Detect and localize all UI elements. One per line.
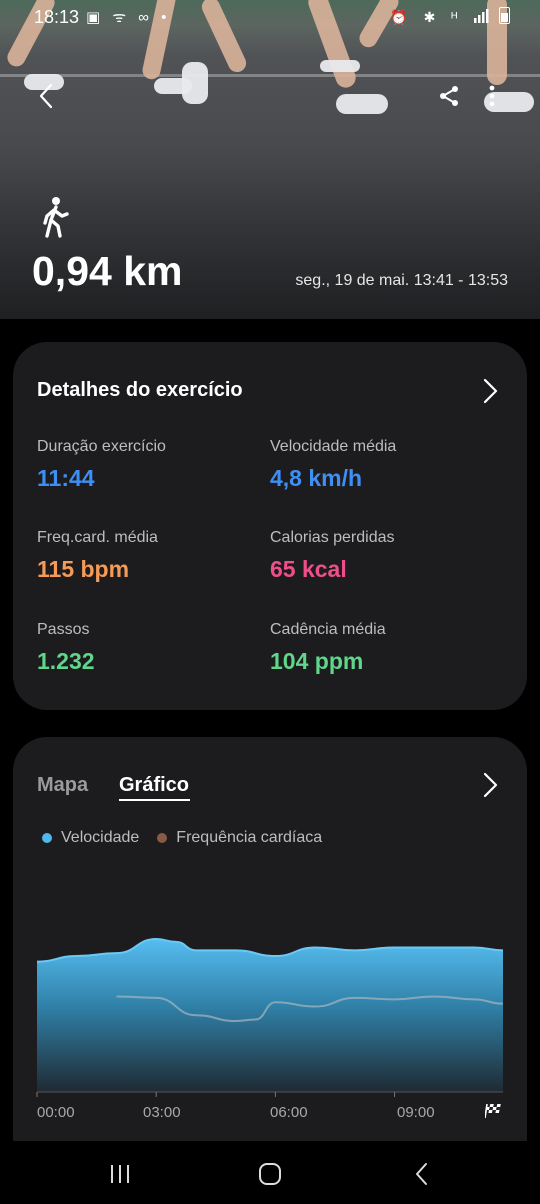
exercise-datetime: seg., 19 de mai. 13:41 - 13:53 <box>295 272 508 289</box>
metric-steps: Passos 1.232 <box>37 621 95 675</box>
distance-value: 0,94 km <box>32 248 183 294</box>
back-button[interactable] <box>407 1161 437 1187</box>
x-tick-label: 03:00 <box>143 1104 181 1121</box>
tab-graph[interactable]: Gráfico <box>119 774 189 797</box>
metric-value: 11:44 <box>37 465 95 491</box>
metric-label: Passos <box>37 621 90 638</box>
x-tick-label: 09:00 <box>397 1104 435 1121</box>
legend-label: Frequência cardíaca <box>176 829 323 846</box>
chevron-right-icon[interactable] <box>478 770 502 800</box>
road-line <box>0 74 540 77</box>
legend-dot <box>42 833 52 843</box>
metric-duration: Duração exercício 11:44 <box>37 438 166 492</box>
share-icon[interactable] <box>433 80 465 112</box>
metric-value: 4,8 km/h <box>270 465 363 491</box>
system-status-icons: ⏰ ✱ ᴴ <box>390 9 464 25</box>
metric-label: Freq.card. média <box>37 529 158 546</box>
system-nav-bar <box>0 1141 540 1204</box>
hero-banner: 18:13 ▣ ᯤ ∞ • ⏰ ✱ ᴴ 0,94 km seg., 19 de … <box>0 0 540 319</box>
legend-item-heart-rate: Frequência cardíaca <box>157 829 322 847</box>
more-icon[interactable] <box>476 80 508 112</box>
metric-value: 1.232 <box>37 648 95 674</box>
metric-value: 65 kcal <box>270 556 347 582</box>
metric-cadence: Cadência média 104 ppm <box>270 621 386 675</box>
metric-label: Velocidade média <box>270 438 397 455</box>
details-title: Detalhes do exercício <box>37 379 243 401</box>
home-button[interactable] <box>255 1161 285 1187</box>
status-time: 18:13 <box>34 7 80 27</box>
exercise-details-card[interactable]: Detalhes do exercício Duração exercício … <box>13 342 527 710</box>
metric-value: 115 bpm <box>37 556 130 582</box>
walking-icon <box>38 196 72 243</box>
metric-label: Duração exercício <box>37 438 166 455</box>
recents-button[interactable] <box>105 1161 135 1187</box>
runner-shoe <box>320 60 360 72</box>
status-bar: 18:13 ▣ ᯤ ∞ • ⏰ ✱ ᴴ <box>0 0 540 34</box>
runner-shoe <box>182 62 208 104</box>
metric-calories: Calorias perdidas 65 kcal <box>270 529 395 583</box>
system-icons: ⏰ ✱ ᴴ <box>390 7 510 26</box>
metric-avg-heart-rate: Freq.card. média 115 bpm <box>37 529 158 583</box>
x-tick-label: 00:00 <box>37 1104 75 1121</box>
signal-icon <box>474 9 489 23</box>
runner-shoe <box>336 94 388 114</box>
battery-icon <box>499 7 510 24</box>
tab-map[interactable]: Mapa <box>37 774 88 797</box>
x-tick-label: 06:00 <box>270 1104 308 1121</box>
chart-card: Mapa Gráfico Velocidade Frequência cardí… <box>13 737 527 1157</box>
legend-dot <box>157 833 168 843</box>
speed-area <box>37 939 503 1092</box>
back-icon[interactable] <box>30 80 62 112</box>
metric-avg-speed: Velocidade média 4,8 km/h <box>270 438 396 492</box>
finish-flag-icon <box>484 1103 503 1124</box>
speed-heart-rate-chart <box>36 937 504 1097</box>
chart-legend: Velocidade Frequência cardíaca <box>42 829 340 847</box>
legend-label: Velocidade <box>61 829 140 846</box>
metric-label: Calorias perdidas <box>270 529 395 546</box>
notification-icons: ▣ ᯤ ∞ • <box>86 9 171 26</box>
active-tab-indicator <box>119 799 190 801</box>
legend-item-speed: Velocidade <box>42 829 139 847</box>
metric-value: 104 ppm <box>270 648 364 674</box>
metric-label: Cadência média <box>270 621 386 638</box>
chevron-right-icon[interactable] <box>478 376 502 406</box>
